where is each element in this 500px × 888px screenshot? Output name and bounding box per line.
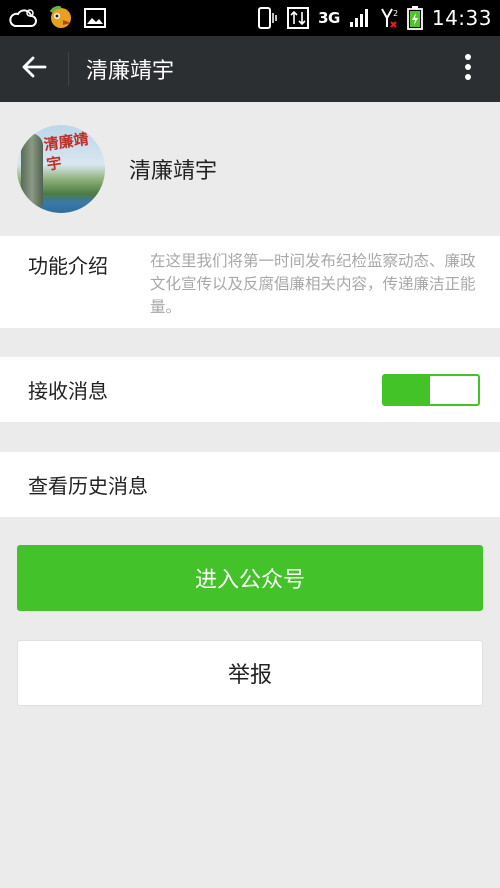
sim-icon: 2 [380,7,398,29]
more-button[interactable] [436,36,500,102]
action-bar: 清廉靖宇 [0,36,500,102]
data-transfer-icon [287,7,310,29]
status-bar: 3G 2 14:33 [0,0,500,36]
history-messages-label: 查看历史消息 [28,474,148,498]
cloud-icon [8,7,38,29]
intro-section: 功能介绍 在这里我们将第一时间发布纪检监察动态、廉政文化宣传以及反腐倡廉相关内容… [0,236,500,328]
more-vertical-icon [464,53,472,85]
intro-text: 在这里我们将第一时间发布纪检监察动态、廉政文化宣传以及反腐倡廉相关内容，传递廉洁… [150,252,476,316]
report-button[interactable]: 举报 [17,640,483,706]
bird-icon [47,6,75,30]
signal-icon [349,8,371,28]
receive-messages-label: 接收消息 [28,379,108,403]
sim-label: 2 [393,9,398,18]
clock: 14:33 [431,6,492,30]
enter-account-button[interactable]: 进入公众号 [17,545,483,611]
network-type: 3G [318,9,340,27]
page-title: 清廉靖宇 [86,59,175,84]
arrow-left-icon [21,56,47,82]
intro-label: 功能介绍 [28,254,108,278]
status-left [8,6,106,30]
receive-messages-row: 接收消息 [0,357,500,422]
back-button[interactable] [0,36,68,102]
profile-header: 清廉靖宇 清廉靖宇 [0,102,500,236]
avatar[interactable]: 清廉靖宇 [17,125,105,213]
receive-messages-toggle[interactable] [382,373,480,406]
action-bar-divider [68,52,69,86]
avatar-logo-text: 清廉靖宇 [42,129,90,174]
account-name: 清廉靖宇 [129,159,218,184]
status-right: 3G 2 14:33 [254,6,492,30]
toggle-on-indicator [384,375,430,404]
history-messages-row[interactable]: 查看历史消息 [0,452,500,517]
avatar-rock [21,133,43,207]
battery-icon [406,6,423,30]
image-icon [84,8,106,28]
phone-vibrate-icon [254,7,278,29]
